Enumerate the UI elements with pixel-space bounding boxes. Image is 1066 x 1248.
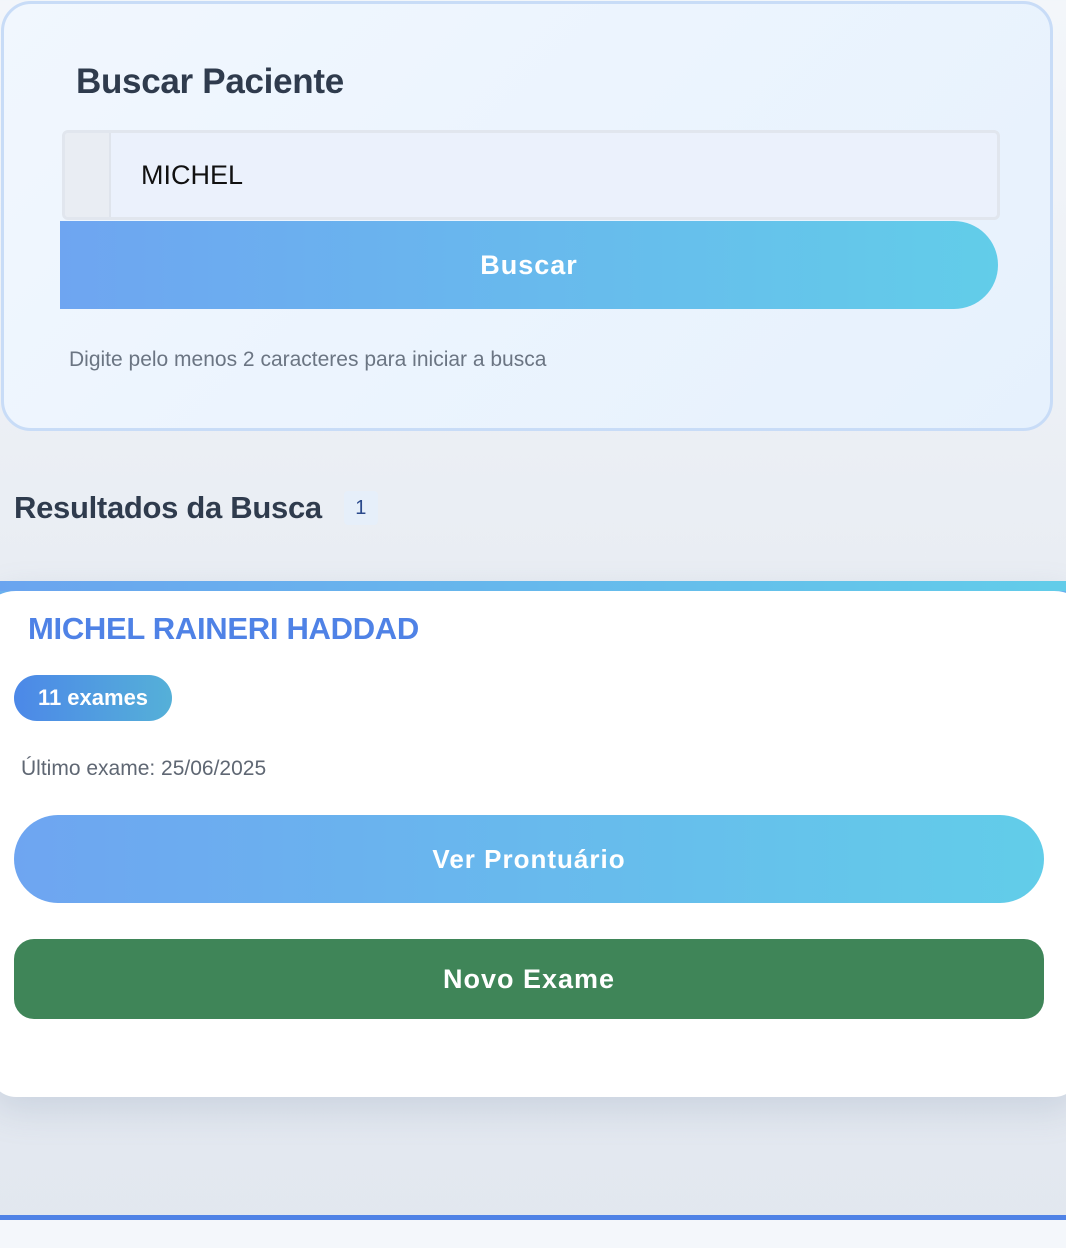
search-field (62, 130, 1000, 220)
patient-search-input[interactable] (111, 133, 997, 217)
search-title: Buscar Paciente (76, 62, 344, 101)
results-title: Resultados da Busca (14, 490, 322, 525)
results-count-badge: 1 (343, 491, 378, 525)
new-exam-button[interactable]: Novo Exame (14, 939, 1044, 1019)
patient-name: MICHEL RAINERI HADDAD (28, 611, 419, 646)
results-header: Resultados da Busca 1 (14, 490, 378, 526)
bottom-bar (0, 1220, 1066, 1248)
patient-result-card: MICHEL RAINERI HADDAD 11 exames Último e… (0, 581, 1066, 1097)
last-exam-date: Último exame: 25/06/2025 (21, 757, 267, 780)
search-panel: Buscar Paciente Buscar Digite pelo menos… (1, 1, 1053, 431)
exams-count-badge: 11 exames (14, 675, 172, 721)
search-button[interactable]: Buscar (60, 221, 998, 309)
search-input-addon (65, 133, 111, 217)
view-record-button[interactable]: Ver Prontuário (14, 815, 1044, 903)
search-hint: Digite pelo menos 2 caracteres para inic… (69, 348, 547, 371)
